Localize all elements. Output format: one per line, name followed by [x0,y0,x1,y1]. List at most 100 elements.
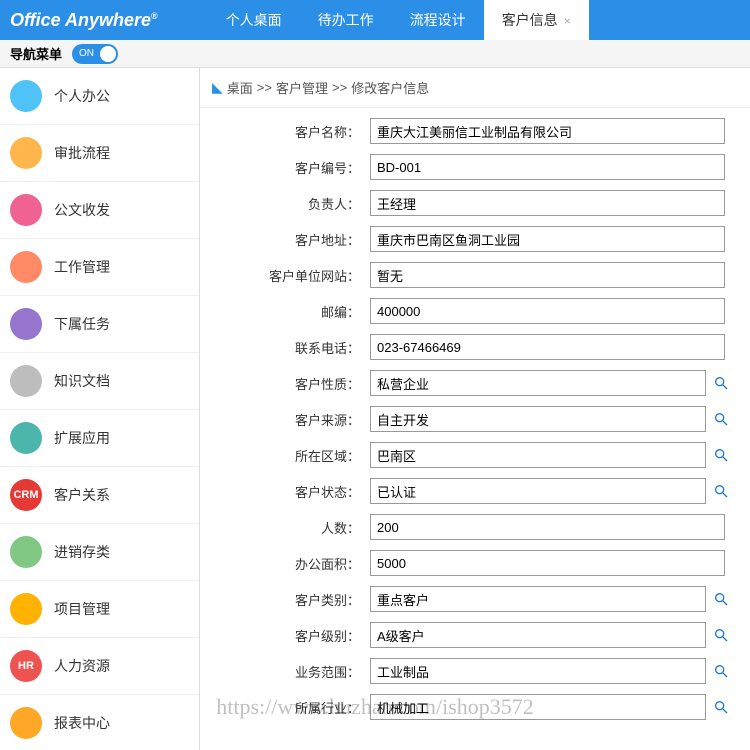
sidebar-item-3[interactable]: 工作管理 [0,239,199,296]
form-input-7[interactable] [370,370,706,396]
form-row: 业务范围： [220,658,730,684]
search-icon[interactable] [712,590,730,608]
sidebar-icon [10,422,42,454]
logo: Office Anywhere® [10,10,158,31]
form-input-15[interactable] [370,658,706,684]
form-input-8[interactable] [370,406,706,432]
form-input-14[interactable] [370,622,706,648]
sidebar-item-label: 工作管理 [54,257,110,277]
sidebar-item-label: 个人办公 [54,86,110,106]
form-label: 客户编号： [220,158,370,177]
form-label: 负责人： [220,194,370,213]
form-label: 所在区域： [220,446,370,465]
form-input-3[interactable] [370,226,725,252]
form-input-5[interactable] [370,298,725,324]
sidebar-item-10[interactable]: HR 人力资源 [0,638,199,695]
breadcrumb-item[interactable]: 桌面 [227,78,253,97]
form-row: 人数： [220,514,730,540]
form-input-12[interactable] [370,550,725,576]
search-icon[interactable] [712,698,730,716]
sidebar-item-label: 知识文档 [54,371,110,391]
form-input-11[interactable] [370,514,725,540]
sidebar-item-label: 人力资源 [54,656,110,676]
tab-bar: 个人桌面待办工作流程设计客户信息× [208,0,589,40]
sidebar-icon [10,707,42,739]
form-row: 客户类别： [220,586,730,612]
sidebar-item-2[interactable]: 公文收发 [0,182,199,239]
form-label: 所属行业： [220,698,370,717]
form-label: 客户状态： [220,482,370,501]
sidebar-item-7[interactable]: CRM 客户关系 [0,467,199,524]
sidebar-item-1[interactable]: 审批流程 [0,125,199,182]
nav-menu-label: 导航菜单 [10,44,62,63]
tab-2[interactable]: 流程设计 [392,0,484,40]
sidebar-item-label: 审批流程 [54,143,110,163]
form-row: 客户名称： [220,118,730,144]
sidebar-item-6[interactable]: 扩展应用 [0,410,199,467]
form-row: 所在区域： [220,442,730,468]
content-pane: ◣ 桌面 >> 客户管理 >> 修改客户信息 客户名称： 客户编号： 负责人： 客户地… [200,68,750,750]
form-row: 客户状态： [220,478,730,504]
toggle-knob [100,46,116,62]
form-label: 客户性质： [220,374,370,393]
form-input-6[interactable] [370,334,725,360]
sidebar-item-label: 客户关系 [54,485,110,505]
sidebar-icon [10,536,42,568]
search-icon[interactable] [712,374,730,392]
search-icon[interactable] [712,626,730,644]
sidebar-icon [10,80,42,112]
form-row: 客户单位网站： [220,262,730,288]
tab-1[interactable]: 待办工作 [300,0,392,40]
form-row: 联系电话： [220,334,730,360]
form-label: 客户来源： [220,410,370,429]
sidebar-item-11[interactable]: 报表中心 [0,695,199,750]
form-label: 邮编： [220,302,370,321]
tab-0[interactable]: 个人桌面 [208,0,300,40]
form-row: 负责人： [220,190,730,216]
sidebar-item-label: 进销存类 [54,542,110,562]
form-input-2[interactable] [370,190,725,216]
form-input-10[interactable] [370,478,706,504]
breadcrumb-icon: ◣ [212,79,223,96]
customer-form: 客户名称： 客户编号： 负责人： 客户地址： 客户单位网站： 邮编： 联系电话： 客户性质： 客… [200,108,750,740]
sidebar-item-9[interactable]: 项目管理 [0,581,199,638]
form-input-1[interactable] [370,154,725,180]
search-icon[interactable] [712,662,730,680]
form-row: 客户级别： [220,622,730,648]
nav-toggle[interactable]: ON [72,44,118,64]
form-label: 联系电话： [220,338,370,357]
breadcrumb-item[interactable]: 客户管理 [276,78,328,97]
form-label: 业务范围： [220,662,370,681]
form-input-9[interactable] [370,442,706,468]
form-row: 客户地址： [220,226,730,252]
search-icon[interactable] [712,446,730,464]
search-icon[interactable] [712,482,730,500]
sidebar-icon [10,194,42,226]
form-row: 邮编： [220,298,730,324]
close-icon[interactable]: × [564,14,571,28]
sidebar-icon [10,137,42,169]
search-icon[interactable] [712,410,730,428]
form-input-4[interactable] [370,262,725,288]
sidebar-item-label: 公文收发 [54,200,110,220]
sidebar-item-4[interactable]: 下属任务 [0,296,199,353]
sidebar-icon: CRM [10,479,42,511]
breadcrumb: ◣ 桌面 >> 客户管理 >> 修改客户信息 [200,68,750,108]
form-row: 客户来源： [220,406,730,432]
form-row: 所属行业： [220,694,730,720]
form-input-0[interactable] [370,118,725,144]
form-label: 客户名称： [220,122,370,141]
tab-3[interactable]: 客户信息× [484,0,589,40]
form-input-16[interactable] [370,694,706,720]
sidebar-item-8[interactable]: 进销存类 [0,524,199,581]
form-input-13[interactable] [370,586,706,612]
sidebar-item-label: 项目管理 [54,599,110,619]
form-row: 办公面积： [220,550,730,576]
sidebar-item-5[interactable]: 知识文档 [0,353,199,410]
form-label: 客户级别： [220,626,370,645]
sidebar-icon [10,308,42,340]
form-label: 人数： [220,518,370,537]
sidebar-icon: HR [10,650,42,682]
sidebar-item-0[interactable]: 个人办公 [0,68,199,125]
sidebar: 个人办公审批流程公文收发工作管理下属任务知识文档扩展应用 CRM 客户关系进销存类项… [0,68,200,750]
